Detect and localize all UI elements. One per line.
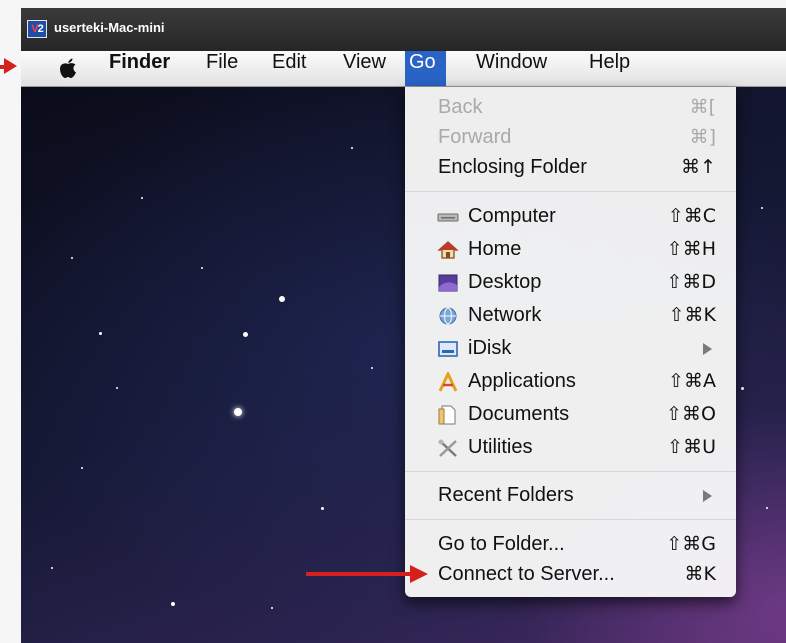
star	[51, 567, 53, 569]
menu-bar: Finder File Edit View Go Window Help	[21, 51, 786, 87]
utilities-icon	[438, 439, 457, 457]
star	[271, 607, 273, 609]
menu-file[interactable]: File	[198, 51, 246, 86]
submenu-arrow-icon	[703, 490, 712, 502]
star	[201, 267, 203, 269]
menu-item-applications[interactable]: Applications ⇧⌘A	[405, 366, 736, 397]
star	[99, 332, 102, 335]
menu-item-shortcut: ⇧⌘U	[667, 436, 716, 458]
star	[279, 296, 285, 302]
menu-item-shortcut: ⌘↑	[681, 156, 716, 178]
menu-help[interactable]: Help	[581, 51, 638, 86]
star	[741, 387, 744, 390]
star	[116, 387, 118, 389]
menu-item-connect-to-server[interactable]: Connect to Server... ⌘K	[405, 559, 736, 590]
menu-item-shortcut: ⇧⌘D	[666, 271, 716, 293]
menu-view[interactable]: View	[335, 51, 394, 86]
submenu-arrow-icon	[703, 343, 712, 355]
apple-logo-icon[interactable]	[58, 57, 78, 79]
vnc-logo-icon: V2	[27, 20, 47, 38]
star	[351, 147, 353, 149]
menu-item-label: Network	[468, 304, 542, 326]
computer-icon	[437, 213, 459, 222]
menu-window[interactable]: Window	[468, 51, 555, 86]
menu-item-shortcut: ⌘[	[689, 96, 716, 118]
star	[243, 332, 248, 337]
menu-item-shortcut: ⇧⌘A	[668, 370, 716, 392]
menu-item-shortcut: ⇧⌘K	[668, 304, 716, 326]
menu-item-label: Forward	[438, 126, 512, 148]
go-menu-dropdown: Back ⌘[ Forward ⌘] Enclosing Folder ⌘↑ C…	[405, 87, 736, 597]
menu-separator	[405, 471, 736, 472]
star	[371, 367, 373, 369]
applications-icon	[438, 372, 458, 392]
annotation-arrow-connect	[306, 572, 412, 576]
menu-item-shortcut: ⇧⌘O	[666, 403, 716, 425]
star	[234, 408, 242, 416]
star	[321, 507, 324, 510]
menu-go[interactable]: Go	[405, 51, 446, 86]
menu-item-label: Documents	[468, 403, 570, 425]
window-title: userteki-Mac-mini	[54, 20, 165, 35]
menu-item-shortcut: ⇧⌘G	[666, 533, 716, 555]
menu-item-desktop[interactable]: Desktop ⇧⌘D	[405, 267, 736, 298]
menu-item-label: Back	[438, 96, 483, 118]
menu-item-label: Desktop	[468, 271, 542, 293]
star	[761, 207, 763, 209]
window-titlebar: V2 userteki-Mac-mini	[21, 8, 786, 51]
menu-item-recent-folders[interactable]: Recent Folders	[405, 480, 736, 511]
menu-item-label: Connect to Server...	[438, 563, 615, 585]
annotation-arrow-connect-head	[410, 565, 428, 583]
menu-finder[interactable]: Finder	[101, 51, 178, 86]
menu-item-label: Enclosing Folder	[438, 156, 587, 178]
menu-item-label: Utilities	[468, 436, 533, 458]
menu-item-back: Back ⌘[	[405, 92, 736, 123]
menu-separator	[405, 519, 736, 520]
menu-item-idisk[interactable]: iDisk	[405, 333, 736, 364]
star	[171, 602, 175, 606]
annotation-arrow-menubar-head	[4, 58, 17, 74]
menu-item-shortcut: ⌘]	[689, 126, 716, 148]
star	[766, 507, 768, 509]
menu-item-label: iDisk	[468, 337, 512, 359]
menu-item-shortcut: ⇧⌘C	[667, 205, 716, 227]
star	[141, 197, 143, 199]
menu-item-go-to-folder[interactable]: Go to Folder... ⇧⌘G	[405, 529, 736, 560]
menu-item-enclosing-folder[interactable]: Enclosing Folder ⌘↑	[405, 152, 736, 183]
menu-edit[interactable]: Edit	[264, 51, 314, 86]
menu-item-label: Go to Folder...	[438, 533, 565, 555]
home-icon	[437, 241, 459, 259]
menu-item-documents[interactable]: Documents ⇧⌘O	[405, 399, 736, 430]
menu-item-forward: Forward ⌘]	[405, 122, 736, 153]
menu-item-label: Recent Folders	[438, 484, 574, 506]
menu-item-home[interactable]: Home ⇧⌘H	[405, 234, 736, 265]
menu-item-label: Applications	[468, 370, 576, 392]
idisk-icon	[438, 341, 458, 357]
menu-item-shortcut: ⌘K	[684, 563, 716, 585]
menu-separator	[405, 191, 736, 192]
star	[81, 467, 83, 469]
menu-item-label: Home	[468, 238, 522, 260]
menu-item-utilities[interactable]: Utilities ⇧⌘U	[405, 432, 736, 463]
network-icon	[439, 307, 457, 325]
star	[71, 257, 73, 259]
menu-item-shortcut: ⇧⌘H	[666, 238, 716, 260]
documents-icon	[438, 405, 456, 425]
menu-item-computer[interactable]: Computer ⇧⌘C	[405, 201, 736, 232]
menu-item-label: Computer	[468, 205, 556, 227]
menu-item-network[interactable]: Network ⇧⌘K	[405, 300, 736, 331]
desktop-icon	[438, 274, 458, 292]
